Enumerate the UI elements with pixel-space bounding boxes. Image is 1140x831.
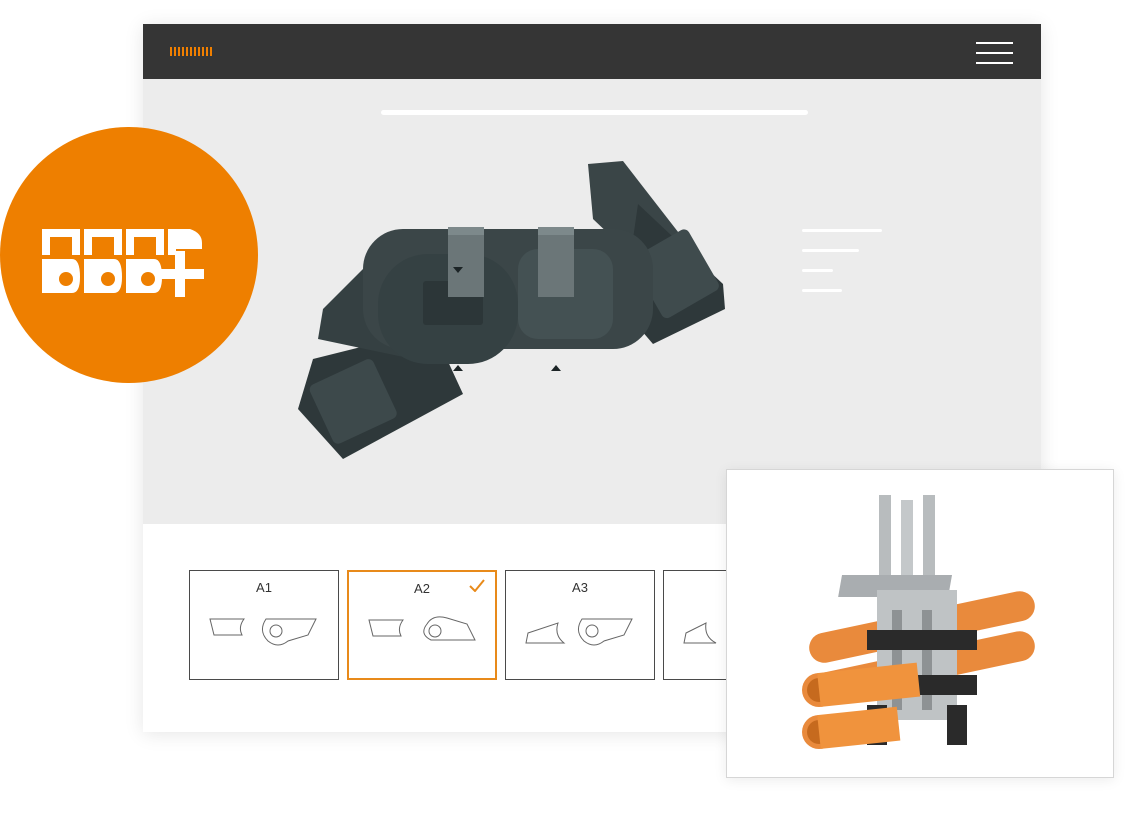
checkmark-icon bbox=[469, 579, 485, 592]
chain-plus-logo-icon bbox=[42, 229, 204, 297]
hamburger-menu-icon[interactable] bbox=[976, 42, 1013, 64]
variant-card-a2[interactable]: A2 bbox=[347, 570, 497, 680]
variant-label: A3 bbox=[572, 580, 588, 595]
variant-card-a1[interactable]: A1 bbox=[189, 570, 339, 680]
cable-separator-with-orange-cables-image bbox=[802, 495, 1035, 749]
text-line bbox=[802, 269, 833, 272]
title-placeholder-bar bbox=[381, 110, 808, 115]
chain-plus-badge bbox=[0, 127, 258, 383]
text-line bbox=[802, 249, 859, 252]
text-line bbox=[802, 229, 882, 232]
text-line bbox=[802, 289, 842, 292]
top-navigation-bar bbox=[143, 24, 1041, 79]
cable-separator-photo bbox=[726, 469, 1114, 778]
product-hero bbox=[143, 79, 1041, 524]
brand-stripes-icon[interactable] bbox=[170, 47, 212, 56]
bracket-profile-icon bbox=[209, 618, 317, 646]
variant-card-a3[interactable]: A3 bbox=[505, 570, 655, 680]
variant-label: A1 bbox=[256, 580, 272, 595]
bracket-profile-icon bbox=[368, 616, 476, 641]
bracket-profile-icon bbox=[525, 618, 633, 646]
energy-chain-product-image bbox=[298, 161, 725, 459]
